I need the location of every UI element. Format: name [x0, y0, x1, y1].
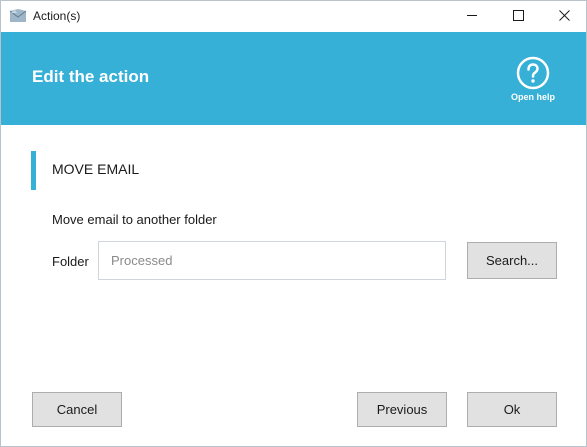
cancel-button[interactable]: Cancel [32, 392, 122, 427]
open-help-button[interactable]: Open help [505, 56, 561, 104]
search-button[interactable]: Search... [467, 242, 557, 279]
action-description: Move email to another folder [52, 212, 217, 227]
close-icon [558, 8, 570, 26]
minimize-icon [466, 8, 478, 26]
dialog-window: Action(s) Edit the action Open help MOVE… [0, 0, 587, 447]
maximize-button[interactable] [495, 1, 541, 32]
folder-input[interactable] [98, 241, 446, 280]
section-title: MOVE EMAIL [52, 161, 140, 177]
folder-label: Folder [52, 254, 89, 269]
title-bar[interactable]: Action(s) [1, 1, 586, 32]
maximize-icon [512, 8, 524, 26]
mail-envelope-icon [9, 8, 27, 24]
minimize-button[interactable] [449, 1, 495, 32]
page-title: Edit the action [32, 67, 150, 86]
close-button[interactable] [541, 1, 587, 32]
previous-button[interactable]: Previous [357, 392, 447, 427]
ok-button[interactable]: Ok [467, 392, 557, 427]
question-circle-icon [516, 56, 550, 90]
header-banner: Edit the action Open help [1, 32, 586, 125]
open-help-label: Open help [510, 92, 555, 102]
section-accent-bar [31, 151, 36, 190]
window-title: Action(s) [33, 9, 81, 23]
